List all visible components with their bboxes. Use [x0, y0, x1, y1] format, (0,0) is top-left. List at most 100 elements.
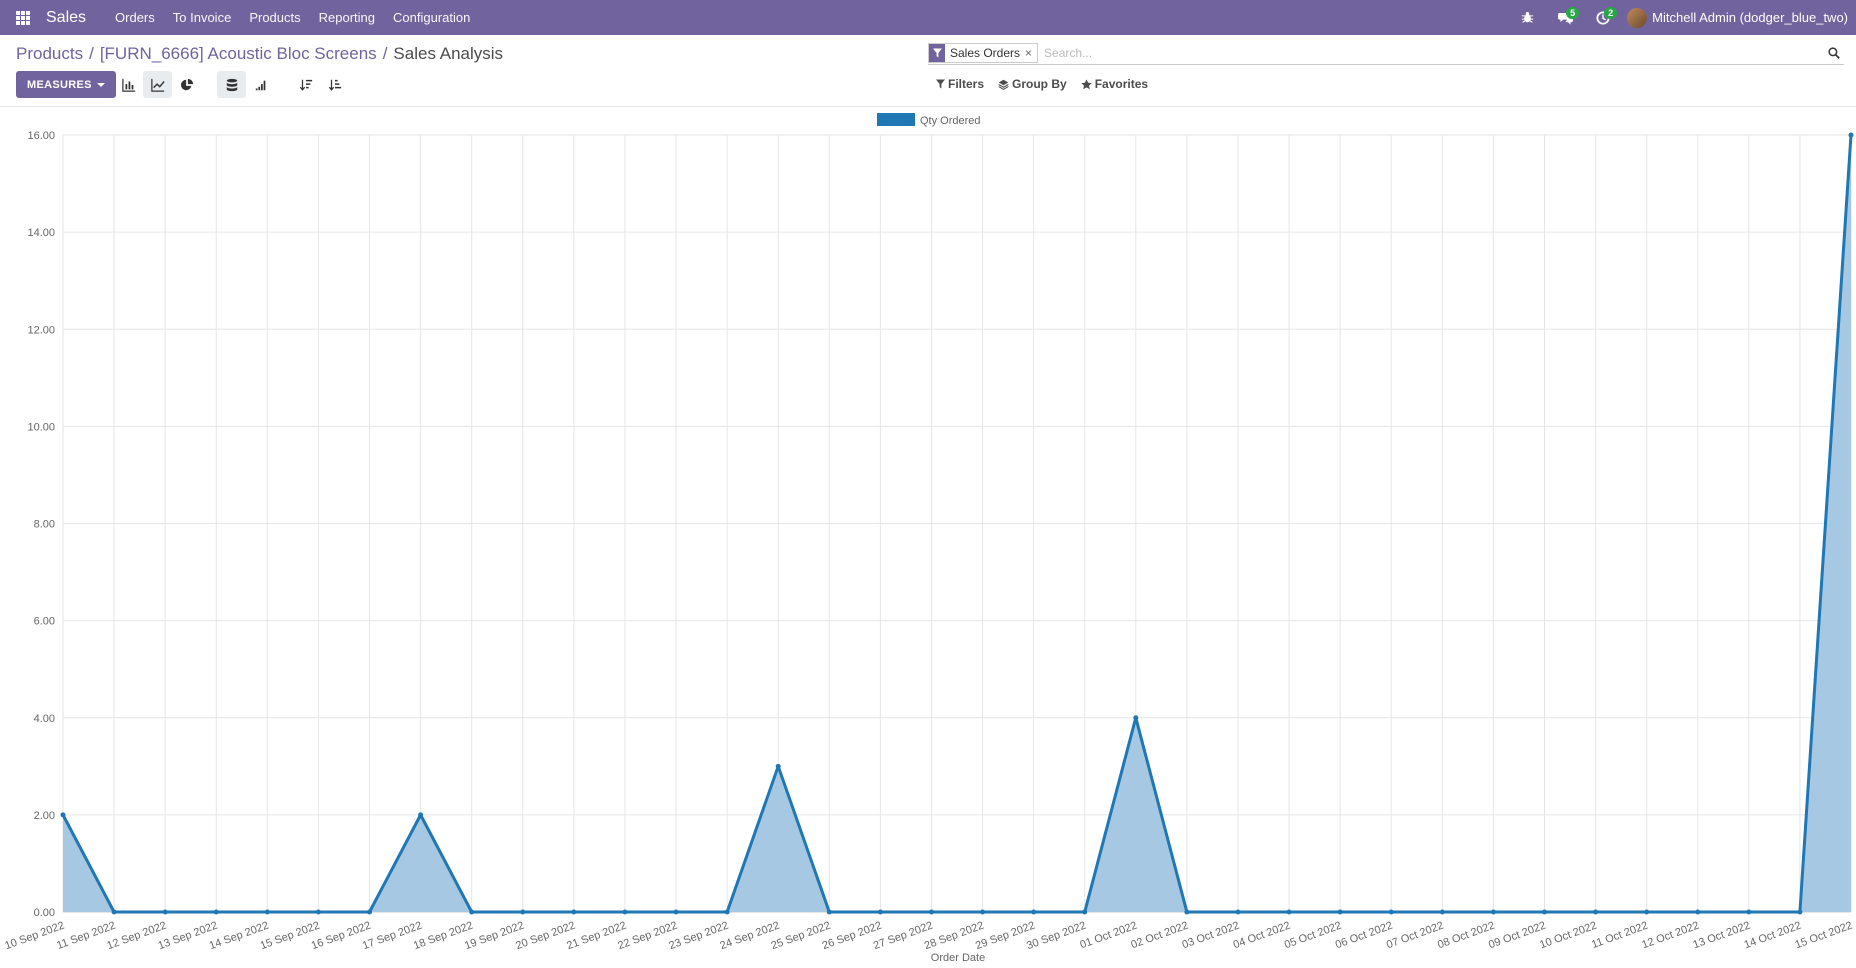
x-tick-label: 08 Oct 2022: [1436, 920, 1496, 952]
menu-reporting[interactable]: Reporting: [310, 10, 384, 25]
data-point: [1848, 132, 1854, 138]
data-point: [1593, 909, 1599, 915]
x-tick-label: 02 Oct 2022: [1129, 920, 1189, 952]
sort-amount-down-icon: [299, 79, 312, 91]
messages-chat-icon[interactable]: 5: [1551, 0, 1580, 35]
data-point: [826, 909, 832, 915]
app-name[interactable]: Sales: [46, 9, 86, 27]
data-point: [520, 909, 526, 915]
data-point: [1490, 909, 1496, 915]
measures-button[interactable]: MEASURES: [16, 71, 116, 98]
group-by-label: Group By: [1012, 77, 1067, 91]
y-tick-label: 2.00: [34, 810, 55, 822]
menu-to-invoice[interactable]: To Invoice: [164, 10, 241, 25]
data-point: [315, 909, 321, 915]
filter-icon: [936, 79, 945, 89]
bar-chart-button[interactable]: [114, 71, 143, 98]
messages-badge: 5: [1566, 7, 1580, 19]
top-navbar: Sales Orders To Invoice Products Reporti…: [0, 0, 1856, 35]
line-chart-button[interactable]: [143, 71, 172, 98]
favorites-label: Favorites: [1094, 77, 1149, 91]
data-point: [1644, 909, 1650, 915]
x-tick-label: 14 Oct 2022: [1743, 920, 1803, 952]
data-point: [264, 909, 270, 915]
stacked-button[interactable]: [217, 71, 246, 98]
menu-products[interactable]: Products: [240, 10, 309, 25]
y-tick-label: 10.00: [27, 421, 55, 433]
legend-label: Qty Ordered: [920, 115, 981, 127]
measures-label: MEASURES: [27, 78, 92, 91]
group-by-button[interactable]: Group By: [998, 77, 1067, 91]
search-input[interactable]: [1044, 45, 1824, 60]
data-point: [775, 763, 781, 769]
breadcrumb-products[interactable]: Products: [16, 44, 83, 63]
data-point: [980, 909, 986, 915]
search-icon[interactable]: [1824, 46, 1844, 59]
data-point: [367, 909, 373, 915]
favorites-button[interactable]: Favorites: [1080, 77, 1149, 91]
graph-toolbar: [114, 71, 349, 98]
data-point: [1439, 909, 1445, 915]
filters-label: Filters: [948, 77, 985, 91]
app-menu-icon[interactable]: [0, 0, 46, 35]
x-tick-label: 07 Oct 2022: [1385, 920, 1445, 952]
data-point: [1797, 909, 1803, 915]
x-tick-label: 12 Oct 2022: [1640, 920, 1700, 952]
pie-chart-icon: [180, 78, 193, 90]
y-tick-label: 14.00: [27, 227, 55, 239]
filters-button[interactable]: Filters: [936, 77, 984, 91]
facet-close-icon[interactable]: ×: [1025, 46, 1037, 60]
menu-configuration[interactable]: Configuration: [384, 10, 479, 25]
signal-bars-icon: [255, 80, 265, 90]
data-point: [418, 812, 424, 818]
sort-ascending-button[interactable]: [320, 71, 349, 98]
y-tick-label: 8.00: [34, 519, 55, 531]
data-point: [60, 812, 66, 818]
search-bar: Sales Orders ×: [928, 41, 1844, 65]
graph-view: 0.00 2.00 4.00 6.00 8.00 10.00 12.00 14.00 16.00…: [0, 108, 1856, 968]
database-stack-icon: [226, 78, 237, 91]
data-point: [1133, 715, 1139, 721]
activities-clock-icon[interactable]: 2: [1589, 0, 1618, 35]
data-point: [1746, 909, 1752, 915]
x-tick-label: 11 Oct 2022: [1590, 920, 1650, 951]
data-point: [622, 909, 628, 915]
x-tick-label: 30 Sep 2022: [1025, 920, 1088, 953]
cumulative-button[interactable]: [246, 71, 275, 98]
sort-descending-button[interactable]: [291, 71, 320, 98]
data-point: [1695, 909, 1701, 915]
filter-funnel-icon: [929, 43, 945, 62]
breadcrumb-separator: /: [382, 44, 388, 63]
search-facet[interactable]: Sales Orders ×: [928, 42, 1039, 63]
line-chart-icon: [150, 78, 165, 92]
data-point: [673, 909, 679, 915]
data-point: [111, 909, 117, 915]
activities-badge: 2: [1604, 7, 1618, 19]
x-tick-label: 01 Oct 2022: [1078, 920, 1138, 952]
data-point: [571, 909, 577, 915]
x-tick-label: 15 Oct 2022: [1794, 920, 1854, 952]
pie-chart-button[interactable]: [172, 71, 201, 98]
x-tick-label: 09 Oct 2022: [1487, 920, 1547, 952]
search-options: Filters Group By Favorites: [936, 77, 1148, 91]
breadcrumb-separator: /: [89, 44, 94, 63]
x-tick-label: 10 Oct 2022: [1538, 920, 1598, 952]
bar-chart-icon: [121, 78, 135, 92]
x-tick-label: 06 Oct 2022: [1334, 920, 1394, 952]
x-tick-label: 03 Oct 2022: [1181, 920, 1241, 952]
debug-bug-icon[interactable]: [1513, 0, 1541, 35]
data-point: [1286, 909, 1292, 915]
x-tick-label: 05 Oct 2022: [1283, 920, 1343, 952]
data-point: [1082, 909, 1088, 915]
user-menu[interactable]: Mitchell Admin (dodger_blue_two): [1627, 7, 1848, 28]
facet-label: Sales Orders: [950, 45, 1021, 60]
y-tick-label: 6.00: [34, 616, 55, 628]
breadcrumb-product[interactable]: [FURN_6666] Acoustic Bloc Screens: [100, 44, 377, 63]
menu-orders[interactable]: Orders: [106, 10, 164, 25]
data-point: [877, 909, 883, 915]
line-chart: 0.00 2.00 4.00 6.00 8.00 10.00 12.00 14.00 16.00…: [3, 113, 1854, 964]
user-name: Mitchell Admin (dodger_blue_two): [1652, 10, 1848, 25]
data-point: [1388, 909, 1394, 915]
y-tick-label: 16.00: [27, 130, 55, 142]
x-tick-label: 04 Oct 2022: [1232, 920, 1292, 952]
